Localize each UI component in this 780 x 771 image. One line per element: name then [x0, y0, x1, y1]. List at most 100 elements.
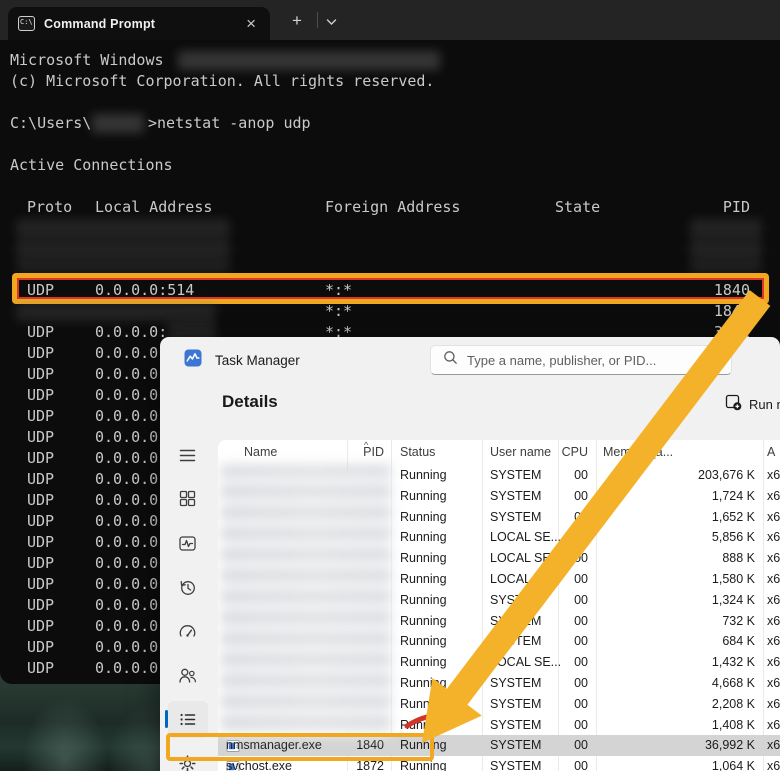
- process-arch-cell: x6: [767, 507, 780, 528]
- task-manager-app-icon: [184, 349, 202, 372]
- column-header-status[interactable]: Status: [400, 440, 435, 465]
- process-cpu-cell: 00: [538, 507, 588, 528]
- redacted-block: [16, 302, 216, 321]
- menu-icon[interactable]: [178, 446, 197, 465]
- process-arch-cell: x6: [767, 548, 780, 569]
- process-memory-cell: 1,432 K: [613, 652, 755, 673]
- process-status-cell: Running: [400, 486, 447, 507]
- tab-bar-divider: [317, 12, 318, 28]
- task-manager-window: Task Manager Type a name, publisher, or …: [160, 337, 780, 771]
- process-memory-cell: 4,668 K: [613, 673, 755, 694]
- sidebar-item-details-icon[interactable]: [178, 710, 197, 729]
- tab-dropdown-chevron-icon[interactable]: [326, 14, 337, 32]
- redacted-block: [16, 261, 230, 272]
- process-status-cell: Running: [400, 507, 447, 528]
- process-status-cell: Running: [400, 590, 447, 611]
- process-cpu-cell: 00: [538, 548, 588, 569]
- terminal-tab-command-prompt[interactable]: C:\ Command Prompt ×: [8, 7, 270, 40]
- new-tab-button[interactable]: +: [284, 9, 310, 33]
- run-new-task-icon: [725, 394, 742, 414]
- run-new-task-button[interactable]: Run new task: [725, 394, 780, 414]
- process-arch-cell: x6: [767, 465, 780, 486]
- tab-title: Command Prompt: [44, 17, 233, 31]
- process-cpu-cell: 00: [538, 486, 588, 507]
- redacted-block: [690, 261, 762, 272]
- process-arch-cell: x6: [767, 756, 780, 771]
- process-highlight-box: [166, 733, 434, 761]
- page-title: Details: [222, 392, 278, 412]
- process-memory-cell: 5,856 K: [613, 527, 755, 548]
- process-cpu-cell: 00: [538, 694, 588, 715]
- terminal-copyright-line: (c) Microsoft Corporation. All rights re…: [10, 71, 434, 92]
- process-memory-cell: 2,208 K: [613, 694, 755, 715]
- command-prompt-icon: C:\: [18, 16, 35, 31]
- column-header-name[interactable]: Name: [244, 440, 277, 465]
- process-arch-cell: x6: [767, 486, 780, 507]
- process-memory-cell: 1,724 K: [613, 486, 755, 507]
- process-arch-cell: x6: [767, 631, 780, 652]
- process-cpu-cell: 00: [538, 715, 588, 736]
- process-arch-cell: x6: [767, 673, 780, 694]
- process-arch-cell: x6: [767, 715, 780, 736]
- process-memory-cell: 203,676 K: [613, 465, 755, 486]
- search-icon: [443, 350, 458, 370]
- table-header-row: Name PID ^ Status User name CPU Memory (…: [218, 440, 780, 465]
- process-memory-cell: 1,064 K: [613, 756, 755, 771]
- netstat-header-row: Proto Local Address Foreign Address Stat…: [0, 197, 780, 218]
- redacted-block: [16, 240, 230, 259]
- active-connections-title: Active Connections: [10, 155, 173, 176]
- process-arch-cell: x6: [767, 569, 780, 590]
- search-placeholder: Type a name, publisher, or PID...: [467, 353, 656, 368]
- redacted-block: [16, 219, 230, 238]
- process-cpu-cell: 00: [538, 611, 588, 632]
- process-cpu-cell: 00: [538, 735, 588, 756]
- process-arch-cell: x6: [767, 611, 780, 632]
- task-manager-titlebar: Task Manager Type a name, publisher, or …: [160, 337, 780, 383]
- column-header-pid[interactable]: PID: [318, 440, 384, 465]
- process-cpu-cell: 00: [538, 631, 588, 652]
- process-arch-cell: x6: [767, 590, 780, 611]
- process-status-cell: Running: [400, 611, 447, 632]
- process-memory-cell: 888 K: [613, 548, 755, 569]
- task-manager-title: Task Manager: [215, 353, 300, 368]
- search-input[interactable]: Type a name, publisher, or PID...: [430, 345, 732, 375]
- process-status-cell: Running: [400, 673, 447, 694]
- sidebar-item-processes-icon[interactable]: [178, 489, 197, 508]
- process-status-cell: Running: [400, 694, 447, 715]
- terminal-banner-line: Microsoft Windows: [10, 50, 164, 71]
- sidebar-item-performance-icon[interactable]: [178, 534, 197, 553]
- process-arch-cell: x6: [767, 735, 780, 756]
- sidebar-item-startup-apps-icon[interactable]: [178, 622, 197, 641]
- process-status-cell: Running: [400, 631, 447, 652]
- process-memory-cell: 1,408 K: [613, 715, 755, 736]
- process-cpu-cell: 00: [538, 590, 588, 611]
- column-header-architecture[interactable]: A: [767, 440, 775, 465]
- redacted-windows-version: [178, 51, 440, 70]
- process-status-cell: Running: [400, 527, 447, 548]
- redacted-process-names: [220, 466, 391, 735]
- sidebar-item-users-icon[interactable]: [178, 666, 197, 685]
- redacted-block: [690, 240, 762, 259]
- sidebar-selected-indicator: [165, 710, 168, 728]
- netstat-row-udp-514: UDP 0.0.0.0:514 *:* 1840: [0, 280, 780, 301]
- tab-close-icon[interactable]: ×: [242, 16, 260, 32]
- process-memory-cell: 732 K: [613, 611, 755, 632]
- process-status-cell: Running: [400, 465, 447, 486]
- process-cpu-cell: 00: [538, 465, 588, 486]
- screen: C:\ Command Prompt × + Microsoft Windows…: [0, 0, 780, 771]
- redacted-block: [690, 219, 762, 238]
- process-status-cell: Running: [400, 652, 447, 673]
- sidebar-item-app-history-icon[interactable]: [178, 578, 197, 597]
- process-status-cell: Running: [400, 548, 447, 569]
- redacted-username: [92, 114, 144, 133]
- process-cpu-cell: 00: [538, 756, 588, 771]
- terminal-command: >netstat -anop udp: [148, 113, 311, 134]
- process-arch-cell: x6: [767, 652, 780, 673]
- process-memory-cell: 36,992 K: [613, 735, 755, 756]
- process-memory-cell: 1,324 K: [613, 590, 755, 611]
- sort-ascending-icon: ^: [364, 440, 368, 458]
- column-header-cpu[interactable]: CPU: [538, 440, 588, 465]
- details-table: Name PID ^ Status User name CPU Memory (…: [218, 440, 780, 771]
- process-cpu-cell: 00: [538, 673, 588, 694]
- column-header-memory[interactable]: Memory (a...: [603, 440, 673, 465]
